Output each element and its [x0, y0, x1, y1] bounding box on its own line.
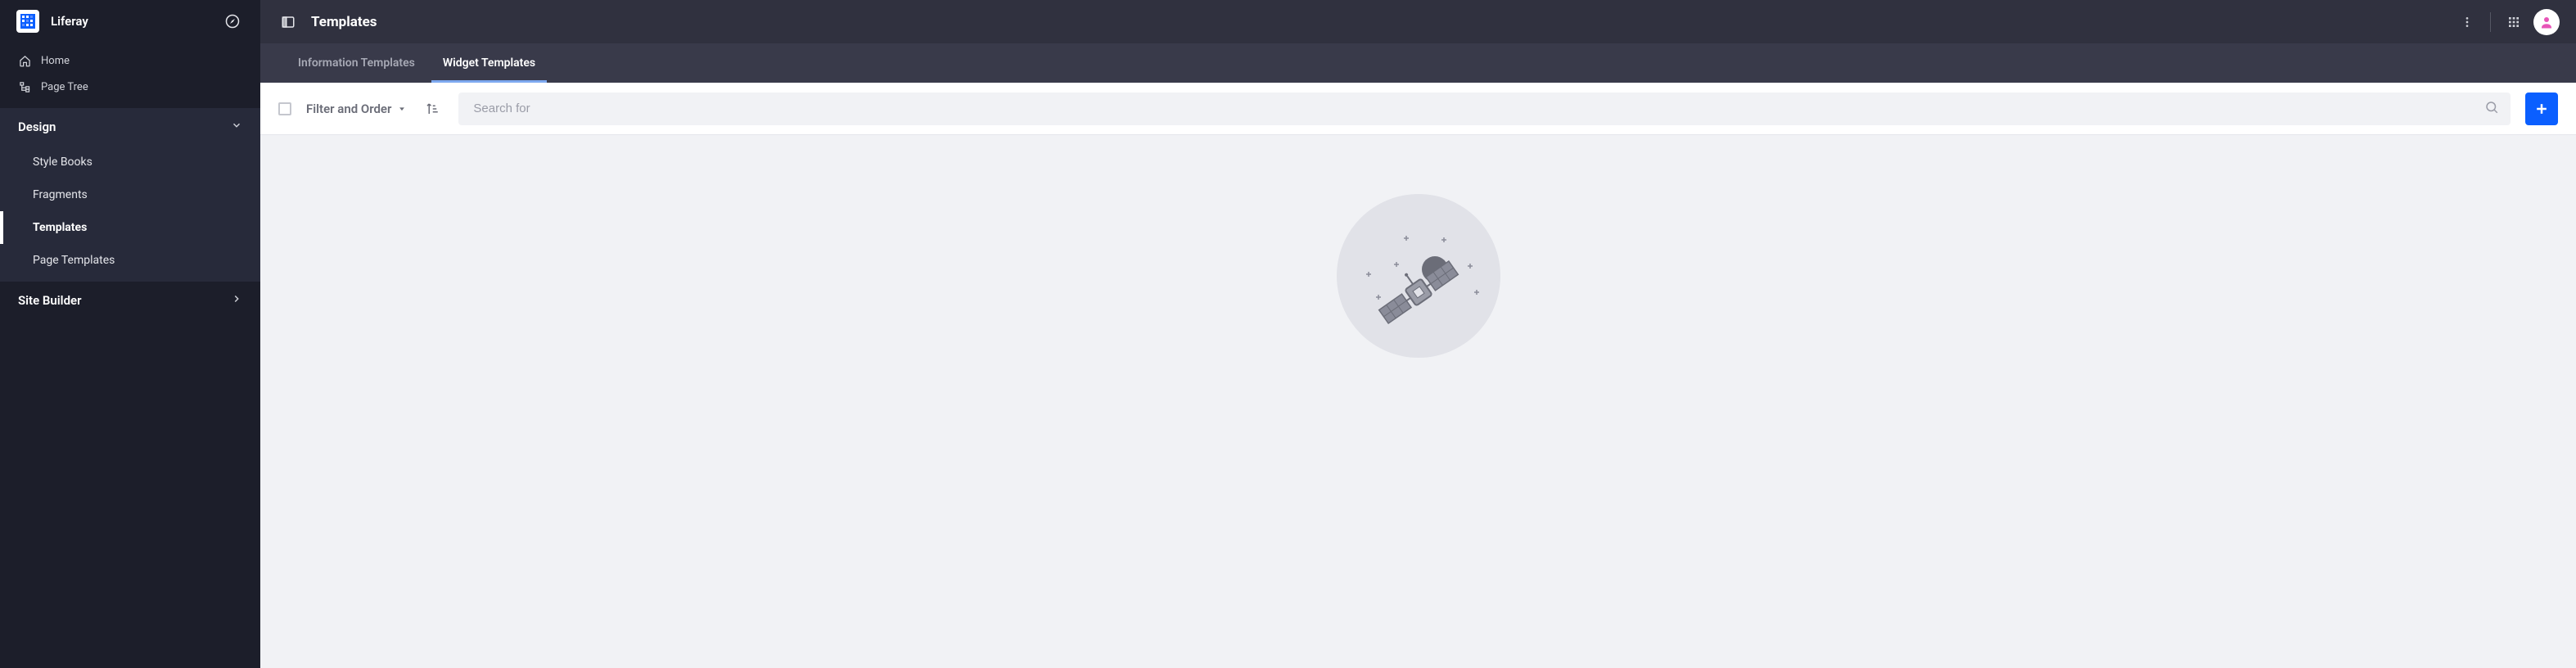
section-label: Site Builder — [18, 293, 231, 308]
sidebar-item-label: Style Books — [33, 156, 92, 169]
sidebar-item-templates[interactable]: Templates — [0, 211, 260, 244]
sidebar-link-label: Page Tree — [41, 81, 88, 93]
sidebar-link-home[interactable]: Home — [0, 47, 260, 74]
toggle-sidebar-button[interactable] — [277, 11, 300, 34]
empty-state — [260, 135, 2576, 668]
sidebar-item-label: Page Templates — [33, 254, 115, 267]
section-items-design: Style Books Fragments Templates Page Tem… — [0, 146, 260, 282]
page-title: Templates — [311, 14, 2454, 30]
filter-order-dropdown[interactable]: Filter and Order — [306, 102, 406, 116]
search-input[interactable] — [458, 93, 2511, 125]
brand-logo[interactable] — [16, 10, 39, 33]
chevron-down-icon — [231, 120, 242, 134]
sort-icon — [425, 102, 440, 116]
user-icon — [2539, 15, 2554, 29]
apps-button[interactable] — [2501, 9, 2527, 35]
sidebar: Liferay Home Page Tree Design — [0, 0, 260, 668]
apps-grid-icon — [2507, 16, 2520, 29]
sidebar-header: Liferay — [0, 0, 260, 43]
options-button[interactable] — [2454, 9, 2480, 35]
select-all-checkbox[interactable] — [278, 102, 291, 115]
section-header-design[interactable]: Design — [0, 108, 260, 146]
caret-down-icon — [398, 105, 406, 113]
toolbar: Filter and Order — [260, 83, 2576, 135]
tab-widget-templates[interactable]: Widget Templates — [431, 43, 547, 83]
sidebar-item-label: Fragments — [33, 188, 88, 201]
compass-button[interactable] — [221, 10, 244, 33]
dots-vertical-icon — [2461, 16, 2474, 29]
chevron-right-icon — [231, 293, 242, 308]
tab-information-templates[interactable]: Information Templates — [286, 43, 426, 83]
user-avatar[interactable] — [2533, 9, 2560, 35]
compass-icon — [225, 14, 240, 29]
sidebar-section-design: Design Style Books Fragments Templates P… — [0, 108, 260, 282]
sidebar-item-fragments[interactable]: Fragments — [0, 178, 260, 211]
section-label: Design — [18, 120, 231, 134]
sidebar-section-site-builder: Site Builder — [0, 282, 260, 319]
liferay-logo-icon — [20, 14, 35, 29]
search-wrap — [458, 93, 2511, 125]
sidebar-quick-links: Home Page Tree — [0, 43, 260, 108]
section-header-site-builder[interactable]: Site Builder — [0, 282, 260, 319]
brand-name: Liferay — [51, 14, 221, 29]
home-icon — [18, 54, 31, 67]
sidebar-item-label: Templates — [33, 221, 87, 234]
sidebar-link-page-tree[interactable]: Page Tree — [0, 74, 260, 100]
sort-button[interactable] — [421, 97, 444, 120]
page-tree-icon — [18, 80, 31, 93]
sidebar-item-style-books[interactable]: Style Books — [0, 146, 260, 178]
tab-label: Widget Templates — [443, 56, 535, 70]
sidebar-item-page-templates[interactable]: Page Templates — [0, 244, 260, 277]
add-button[interactable] — [2525, 93, 2558, 125]
tabs-bar: Information Templates Widget Templates — [260, 43, 2576, 83]
filter-order-label: Filter and Order — [306, 102, 391, 116]
plus-icon — [2533, 101, 2550, 117]
main: Templates Information Templates Widget T… — [260, 0, 2576, 668]
empty-illustration — [1337, 194, 1500, 358]
topbar-actions — [2454, 9, 2560, 35]
tab-label: Information Templates — [298, 56, 415, 70]
topbar: Templates — [260, 0, 2576, 43]
sidebar-link-label: Home — [41, 55, 70, 67]
panel-left-icon — [281, 15, 295, 29]
satellite-icon — [1337, 194, 1500, 358]
divider — [2490, 12, 2491, 32]
